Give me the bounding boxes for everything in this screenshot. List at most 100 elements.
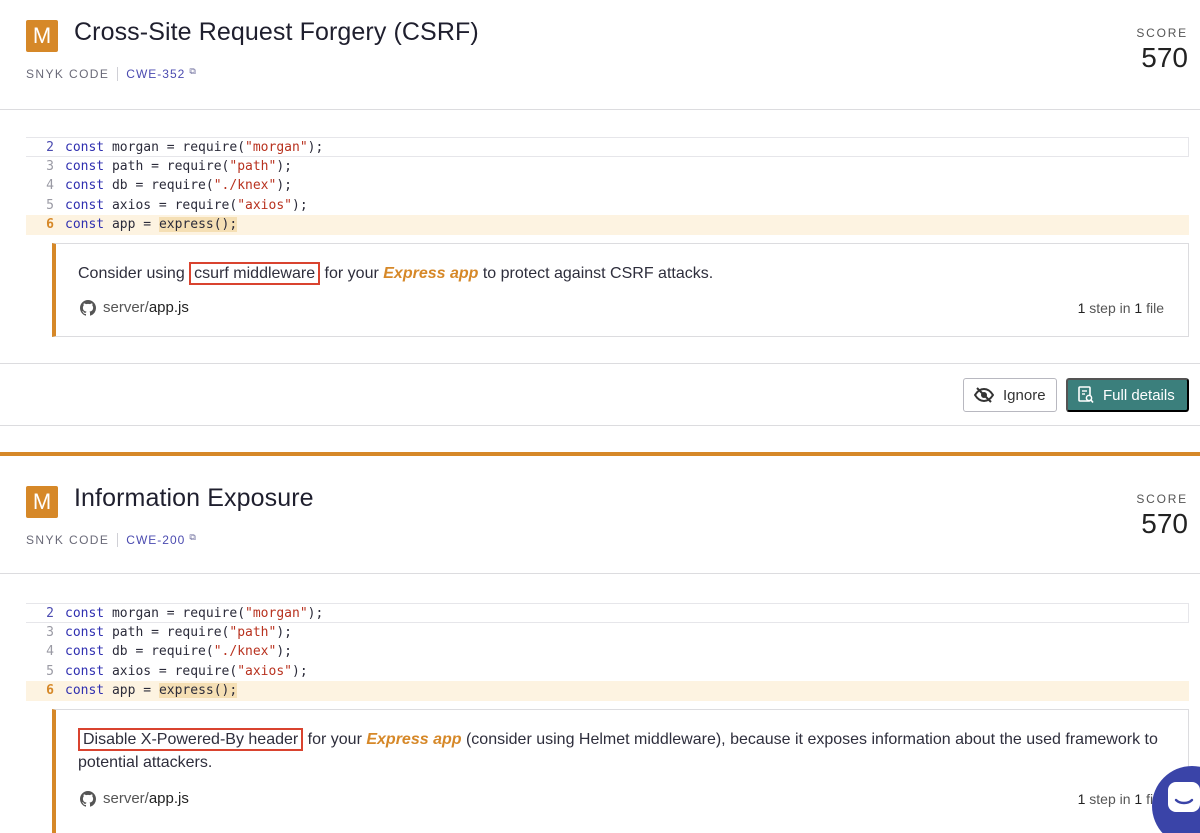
code-text: db = require( <box>104 644 214 660</box>
line-number: 6 <box>46 217 54 233</box>
issue-meta: SNYK CODE CWE-352 ⧉ <box>26 66 196 81</box>
issue-header: M Information Exposure SNYK CODE CWE-200 ⧉… <box>0 456 1200 574</box>
code-text: ); <box>276 644 292 660</box>
issue-card-information-exposure: M Information Exposure SNYK CODE CWE-200 ⧉… <box>0 452 1200 833</box>
cwe-link[interactable]: CWE-352 ⧉ <box>126 66 196 81</box>
code-text: morgan = require( <box>104 606 246 621</box>
steps-text: file <box>1142 300 1164 316</box>
code-string: "path" <box>229 624 277 640</box>
code-text: path = require( <box>104 624 230 640</box>
eye-off-icon <box>974 387 994 403</box>
score-value: 570 <box>1141 508 1188 539</box>
code-keyword: const <box>65 683 105 699</box>
file-dir: server/ <box>103 790 149 807</box>
line-number: 4 <box>46 178 54 194</box>
steps-text: step in <box>1085 300 1135 316</box>
code-text: db = require( <box>104 178 214 194</box>
framework-name: Express app <box>366 731 462 748</box>
code-line-highlighted: 6 const app = express(); <box>26 681 1189 701</box>
code-text: ); <box>307 606 324 621</box>
code-keyword: const <box>65 197 105 213</box>
issue-message-panel: Disable X-Powered-By header for your Exp… <box>52 709 1189 833</box>
issue-meta: SNYK CODE CWE-200 ⧉ <box>26 532 196 547</box>
message-highlight: Disable X-Powered-By header <box>78 728 304 751</box>
code-text: app = <box>104 217 159 233</box>
file-link[interactable]: server/app.js <box>80 299 189 316</box>
issue-card-csrf: M Cross-Site Request Forgery (CSRF) SNYK… <box>0 0 1200 426</box>
issue-message-panel: Consider using csurf middleware for your… <box>52 243 1189 337</box>
issue-header: M Cross-Site Request Forgery (CSRF) SNYK… <box>0 0 1200 110</box>
severity-badge: M <box>26 20 58 52</box>
code-string: "morgan" <box>245 140 308 155</box>
code-text: ); <box>292 197 308 213</box>
cwe-label: CWE-200 <box>126 533 186 547</box>
severity-badge: M <box>26 486 58 518</box>
line-number: 2 <box>46 606 54 621</box>
issue-actions: Ignore Full details <box>0 363 1200 426</box>
code-line-highlighted: 6 const app = express(); <box>26 215 1189 235</box>
full-details-label: Full details <box>1103 386 1175 404</box>
code-text: ); <box>276 158 292 174</box>
issue-title: Cross-Site Request Forgery (CSRF) <box>74 18 479 46</box>
code-keyword: const <box>65 663 105 679</box>
line-number: 5 <box>46 197 54 213</box>
code-keyword: const <box>65 158 105 174</box>
code-string: "axios" <box>237 197 292 213</box>
code-vulnerable-call: express(); <box>158 683 238 699</box>
code-text: ); <box>276 178 292 194</box>
code-keyword: const <box>65 644 105 660</box>
steps-summary: 1 step in 1 file <box>1078 300 1164 316</box>
file-link[interactable]: server/app.js <box>80 790 189 807</box>
meta-divider <box>117 533 119 547</box>
ignore-button[interactable]: Ignore <box>963 378 1057 412</box>
code-keyword: const <box>65 217 105 233</box>
score-label: SCORE <box>1136 492 1188 506</box>
issue-message: Disable X-Powered-By header for your Exp… <box>78 728 1168 774</box>
document-search-icon <box>1078 386 1094 403</box>
code-vulnerable-call: express(); <box>158 217 238 233</box>
source-label: SNYK CODE <box>26 533 110 547</box>
line-number: 3 <box>46 624 54 640</box>
code-text: ); <box>276 624 292 640</box>
cwe-link[interactable]: CWE-200 ⧉ <box>126 532 196 547</box>
code-keyword: const <box>65 178 105 194</box>
code-line: 3 const path = require("path"); <box>26 157 1189 177</box>
full-details-button[interactable]: Full details <box>1066 378 1189 412</box>
framework-name: Express app <box>383 265 479 282</box>
github-icon <box>80 299 96 316</box>
source-label: SNYK CODE <box>26 67 110 81</box>
code-snippet: 2 const morgan = require("morgan"); 3 cons… <box>26 137 1189 235</box>
code-string: "path" <box>229 158 277 174</box>
file-name: app.js <box>148 790 189 807</box>
code-keyword: const <box>65 624 105 640</box>
code-text: axios = require( <box>104 663 238 679</box>
ignore-label: Ignore <box>1003 386 1046 404</box>
code-line: 2 const morgan = require("morgan"); <box>26 603 1189 623</box>
score-block: SCORE 570 <box>1136 26 1188 74</box>
issue-message: Consider using csurf middleware for your… <box>78 262 1168 285</box>
score-value: 570 <box>1141 42 1188 73</box>
code-line: 5 const axios = require("axios"); <box>26 196 1189 216</box>
chat-icon <box>1168 782 1200 812</box>
github-icon <box>80 790 96 807</box>
code-text: app = <box>104 683 159 699</box>
steps-text: step in <box>1085 791 1135 807</box>
code-line: 4 const db = require("./knex"); <box>26 176 1189 196</box>
code-text: morgan = require( <box>104 140 246 155</box>
line-number: 3 <box>46 158 54 174</box>
external-link-icon: ⧉ <box>189 532 196 542</box>
code-line: 2 const morgan = require("morgan"); <box>26 137 1189 157</box>
code-string: "morgan" <box>245 606 308 621</box>
code-string: "./knex" <box>213 178 277 194</box>
code-text: path = require( <box>104 158 230 174</box>
line-number: 6 <box>46 683 54 699</box>
code-keyword: const <box>65 140 105 155</box>
code-text: ); <box>292 663 308 679</box>
code-line: 3 const path = require("path"); <box>26 623 1189 643</box>
code-keyword: const <box>65 606 105 621</box>
code-string: "axios" <box>237 663 292 679</box>
code-string: "./knex" <box>213 644 277 660</box>
file-dir: server/ <box>103 299 149 316</box>
code-text: axios = require( <box>104 197 238 213</box>
external-link-icon: ⧉ <box>189 66 196 76</box>
